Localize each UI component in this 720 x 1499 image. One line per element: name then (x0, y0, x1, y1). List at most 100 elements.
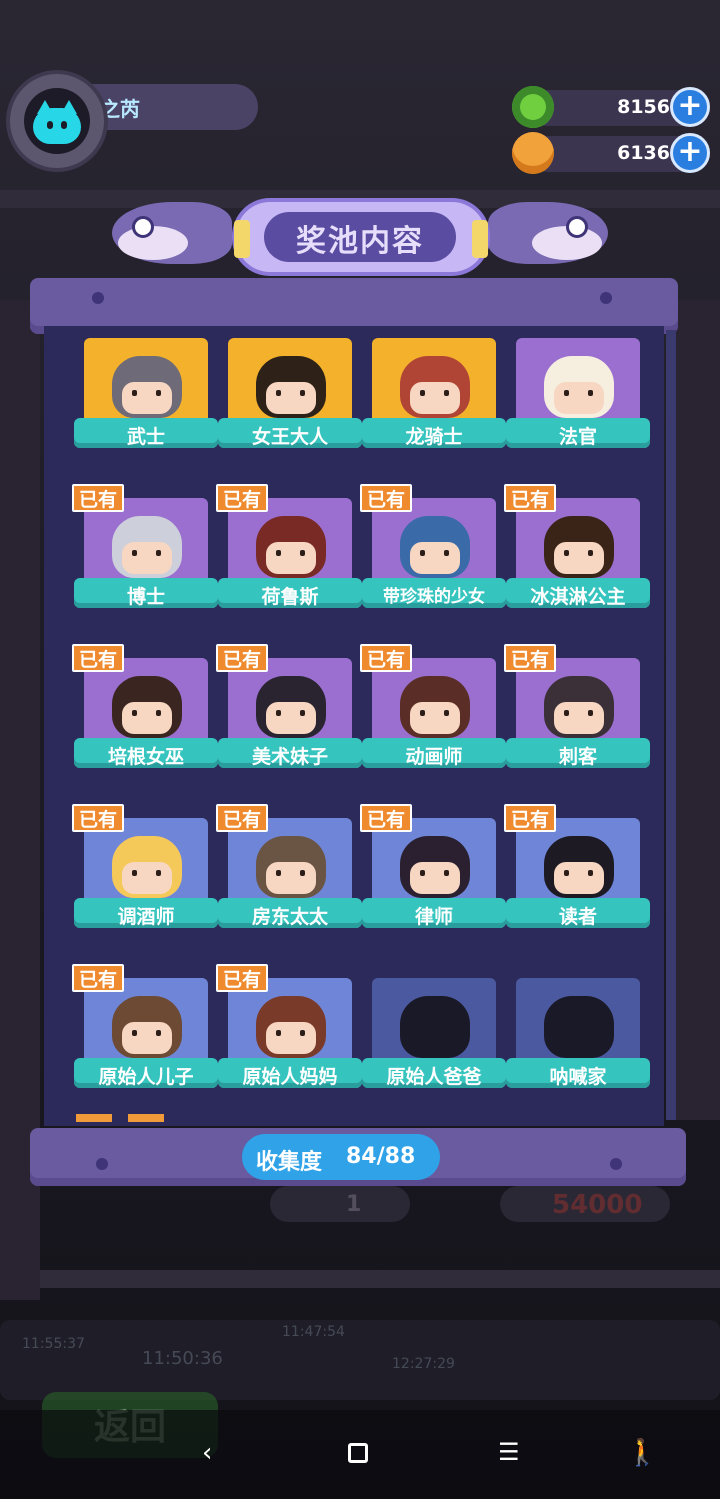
character-eye (588, 870, 593, 876)
character-eye (132, 710, 137, 716)
bg-timer-shelf (0, 1320, 720, 1400)
panel-title: 奖池内容 (296, 224, 424, 259)
menu-icon[interactable]: ☰ (498, 1438, 520, 1466)
character-card[interactable]: 呐喊家 (506, 978, 650, 1098)
back-icon[interactable]: ‹ (202, 1438, 212, 1468)
character-face (266, 1022, 316, 1054)
character-face (122, 702, 172, 734)
title-cap (234, 220, 250, 258)
character-name: 荷鲁斯 (261, 586, 319, 608)
character-card[interactable]: 龙骑士 (362, 338, 506, 458)
character-card[interactable]: 冰淇淋公主 已有 (504, 484, 650, 618)
player-avatar[interactable] (10, 74, 104, 168)
next-row-tag (128, 1114, 164, 1122)
bg-count-pill (270, 1186, 410, 1222)
owned-badge: 已有 (72, 484, 124, 512)
character-eye (420, 390, 425, 396)
character-card[interactable]: 读者 已有 (504, 804, 650, 938)
character-card[interactable]: 房东太太 已有 (216, 804, 362, 938)
character-name-ribbon: 武士 (74, 414, 218, 450)
character-hair (400, 996, 470, 1058)
character-eye (276, 550, 281, 556)
collection-label: 收集度 (256, 1150, 323, 1175)
character-face (122, 542, 172, 574)
character-eye (156, 550, 161, 556)
list-scrollbar[interactable] (666, 330, 676, 1120)
prize-pool-list[interactable]: 武士 女王大人 龙骑士 法官 博士 已有 荷鲁斯 已有 带珍珠的少女 已有 冰淇淋公主 已有 培根女巫已… (44, 326, 664, 1126)
character-card[interactable]: 博士 已有 (72, 484, 218, 618)
rivet (610, 1158, 622, 1170)
character-card[interactable]: 动画师 已有 (360, 644, 506, 778)
character-face (266, 702, 316, 734)
character-card[interactable]: 刺客 已有 (504, 644, 650, 778)
character-name-ribbon: 刺客 (506, 734, 650, 770)
character-face (266, 862, 316, 894)
character-card[interactable]: 荷鲁斯 已有 (216, 484, 362, 618)
character-name: 呐喊家 (549, 1066, 607, 1088)
character-card[interactable]: 原始人妈妈 已有 (216, 964, 362, 1098)
rivet (92, 292, 104, 304)
character-card[interactable]: 培根女巫 已有 (72, 644, 218, 778)
character-card[interactable]: 律师 已有 (360, 804, 506, 938)
character-card[interactable]: 原始人儿子 已有 (72, 964, 218, 1098)
character-name-ribbon: 读者 (506, 894, 650, 930)
cat-ear (61, 100, 77, 114)
character-name-ribbon: 法官 (506, 414, 650, 450)
character-name: 动画师 (405, 746, 463, 768)
character-eye (276, 1030, 281, 1036)
character-name: 龙骑士 (405, 426, 463, 448)
character-name-ribbon: 房东太太 (218, 894, 362, 930)
planet-coin-value: 6136 (617, 142, 670, 164)
character-face (122, 1022, 172, 1054)
character-name-ribbon: 美术妹子 (218, 734, 362, 770)
character-face (410, 542, 460, 574)
bg-timer: 11:47:54 (282, 1324, 345, 1340)
owned-badge: 已有 (216, 804, 268, 832)
character-eye (444, 870, 449, 876)
cat-ear (37, 100, 53, 114)
player-name: 之芮 (100, 97, 140, 121)
owned-badge: 已有 (360, 644, 412, 672)
character-card[interactable]: 原始人爸爸 (362, 978, 506, 1098)
character-name: 博士 (126, 586, 165, 608)
character-card[interactable]: 法官 (506, 338, 650, 458)
character-eye (300, 1030, 305, 1036)
character-card[interactable]: 美术妹子 已有 (216, 644, 362, 778)
character-card[interactable]: 带珍珠的少女 已有 (360, 484, 506, 618)
character-eye (300, 550, 305, 556)
cat-eye (47, 121, 53, 129)
character-eye (588, 390, 593, 396)
character-name-ribbon: 带珍珠的少女 (362, 574, 506, 610)
add-planet-coin-button[interactable]: + (670, 133, 710, 173)
character-name: 房东太太 (251, 906, 328, 928)
character-face (554, 542, 604, 574)
character-eye (132, 1030, 137, 1036)
character-hair (544, 996, 614, 1058)
accessibility-icon[interactable]: 🚶 (626, 1438, 658, 1468)
character-name: 律师 (414, 906, 453, 928)
character-card[interactable]: 武士 (74, 338, 218, 458)
character-card[interactable]: 调酒师 已有 (72, 804, 218, 938)
planet-coin-icon (512, 132, 554, 174)
character-name: 原始人爸爸 (386, 1066, 482, 1088)
add-gear-coin-button[interactable]: + (670, 87, 710, 127)
gear-coin-icon (512, 86, 554, 128)
character-eye (132, 390, 137, 396)
character-name: 培根女巫 (107, 746, 184, 768)
character-eye (156, 390, 161, 396)
character-name: 法官 (558, 426, 597, 448)
owned-badge: 已有 (216, 964, 268, 992)
owned-badge: 已有 (504, 804, 556, 832)
bg-shelf (0, 1270, 720, 1288)
owned-badge: 已有 (216, 644, 268, 672)
fish-eye (566, 216, 588, 238)
character-name-ribbon: 呐喊家 (506, 1054, 650, 1090)
bg-timer: 11:55:37 (22, 1336, 85, 1352)
character-name-ribbon: 培根女巫 (74, 734, 218, 770)
character-card[interactable]: 女王大人 (218, 338, 362, 458)
cat-eye (61, 121, 67, 129)
currency-bar-gear: 8156 + (530, 87, 710, 127)
character-name-ribbon: 原始人妈妈 (218, 1054, 362, 1090)
character-eye (300, 390, 305, 396)
home-icon[interactable] (348, 1443, 368, 1463)
